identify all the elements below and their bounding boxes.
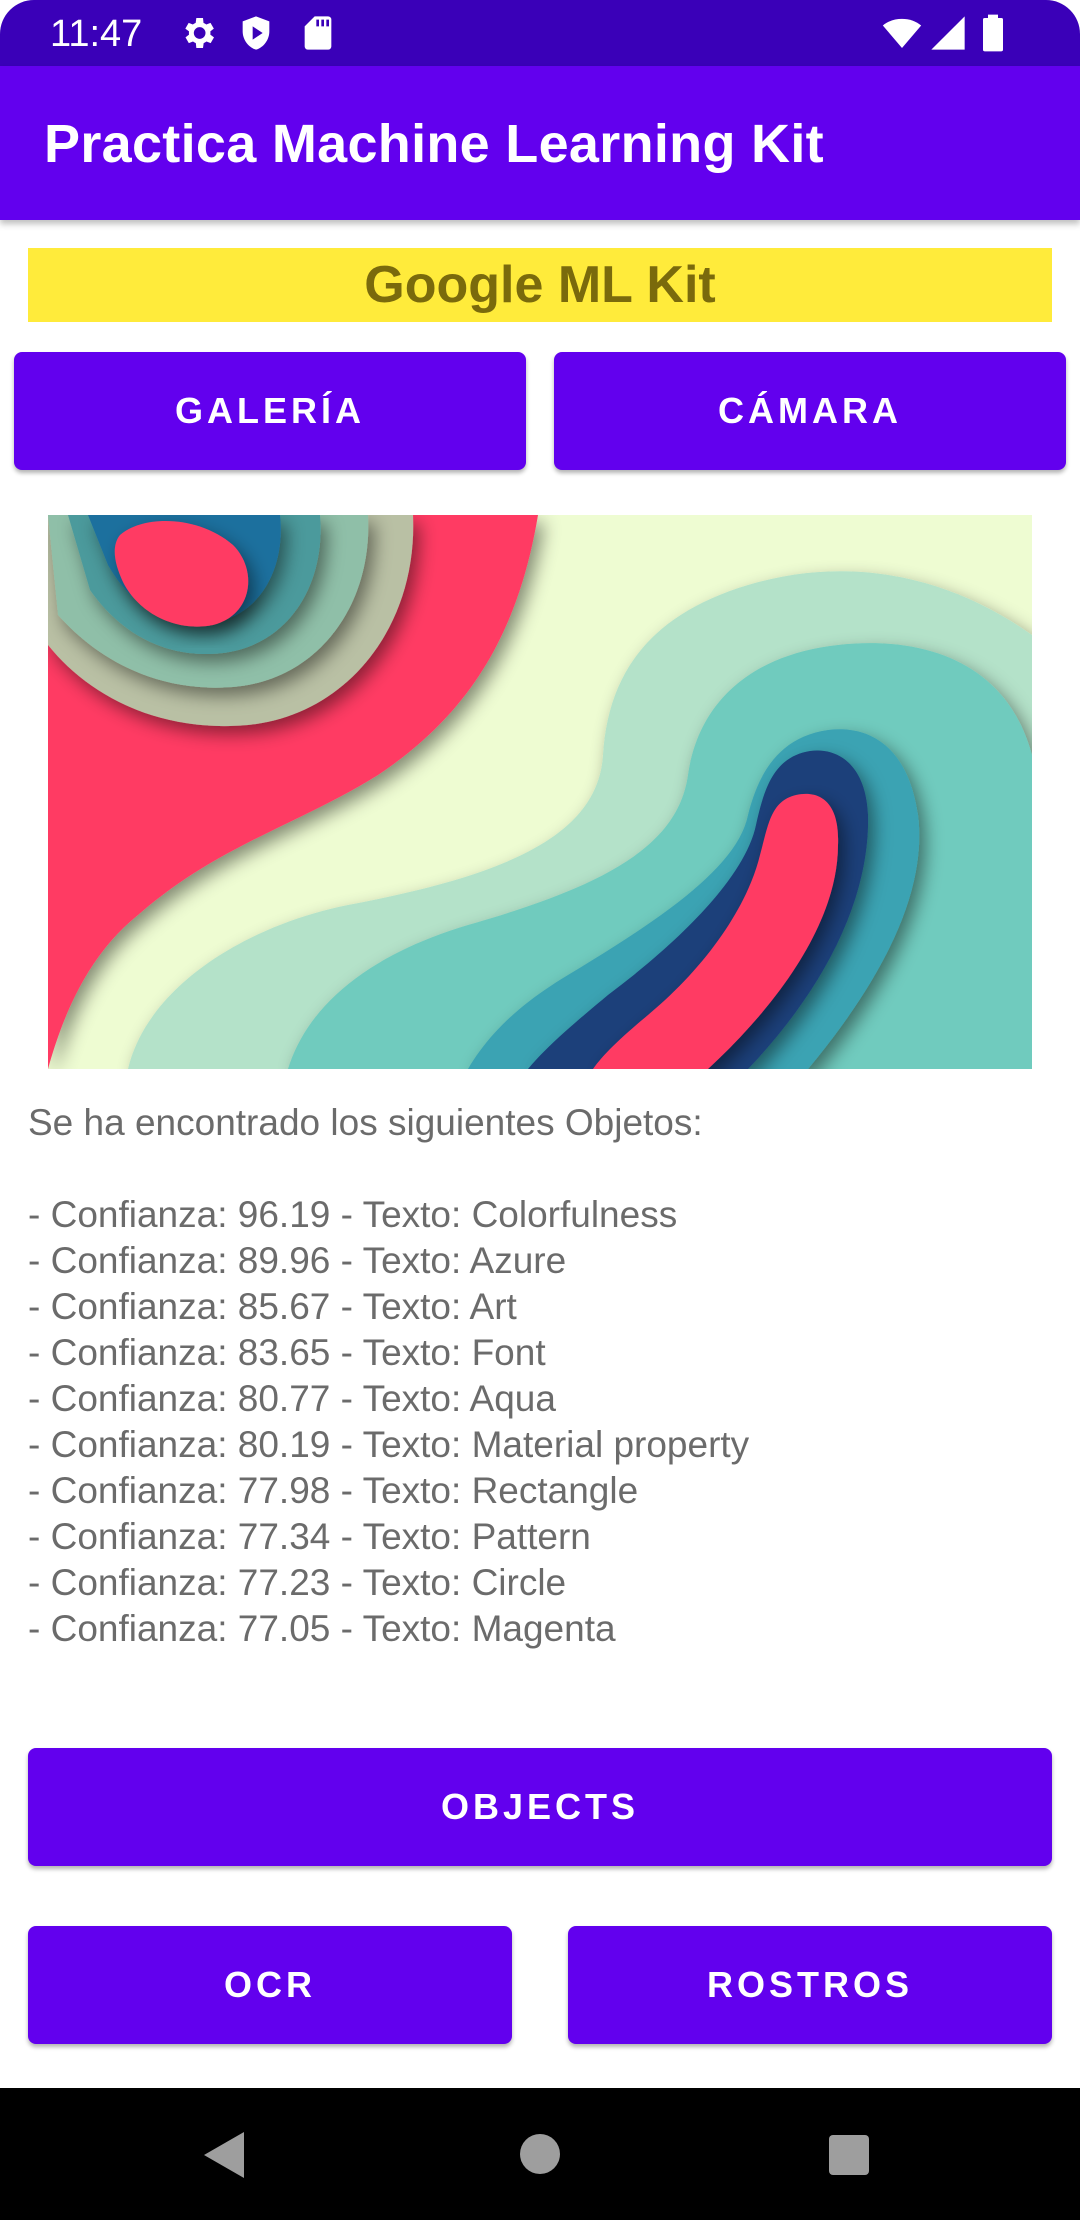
app-bar: Practica Machine Learning Kit xyxy=(0,66,1080,220)
result-item: - Confianza: 80.77 - Texto: Aqua xyxy=(28,1378,556,1419)
results-heading: Se ha encontrado los siguientes Objetos: xyxy=(28,1102,703,1143)
recents-icon[interactable] xyxy=(828,2134,870,2176)
result-item: - Confianza: 89.96 - Texto: Azure xyxy=(28,1240,567,1281)
app-title: Practica Machine Learning Kit xyxy=(44,114,824,174)
results-text: Se ha encontrado los siguientes Objetos:… xyxy=(28,1100,1058,1652)
result-item: - Confianza: 96.19 - Texto: Colorfulness xyxy=(28,1194,678,1235)
result-item: - Confianza: 85.67 - Texto: Art xyxy=(28,1286,517,1327)
ml-kit-banner: Google ML Kit xyxy=(28,248,1052,322)
result-item: - Confianza: 80.19 - Texto: Material pro… xyxy=(28,1424,750,1465)
result-item: - Confianza: 83.65 - Texto: Font xyxy=(28,1332,546,1373)
navigation-bar xyxy=(0,2088,1080,2220)
result-item: - Confianza: 77.23 - Texto: Circle xyxy=(28,1562,567,1603)
ocr-button[interactable]: OCR xyxy=(28,1926,512,2044)
result-item: - Confianza: 77.05 - Texto: Magenta xyxy=(28,1608,616,1649)
wifi-icon xyxy=(882,18,922,48)
home-icon[interactable] xyxy=(518,2132,562,2176)
battery-icon xyxy=(983,14,1003,52)
signal-icon xyxy=(931,16,965,50)
objects-button[interactable]: OBJECTS xyxy=(28,1748,1052,1866)
back-icon[interactable] xyxy=(200,2130,246,2180)
faces-button[interactable]: ROSTROS xyxy=(568,1926,1052,2044)
sd-card-icon xyxy=(304,16,332,50)
selected-image xyxy=(48,515,1032,1069)
result-item: - Confianza: 77.98 - Texto: Rectangle xyxy=(28,1470,639,1511)
camera-button[interactable]: CÁMARA xyxy=(554,352,1066,470)
status-time: 11:47 xyxy=(50,13,143,55)
status-bar: 11:47 xyxy=(0,0,1080,66)
gear-icon xyxy=(185,18,214,48)
gallery-button[interactable]: GALERÍA xyxy=(14,352,526,470)
result-item: - Confianza: 77.34 - Texto: Pattern xyxy=(28,1516,591,1557)
shield-play-icon xyxy=(242,16,270,50)
abstract-wave-art-image xyxy=(48,515,1032,1069)
